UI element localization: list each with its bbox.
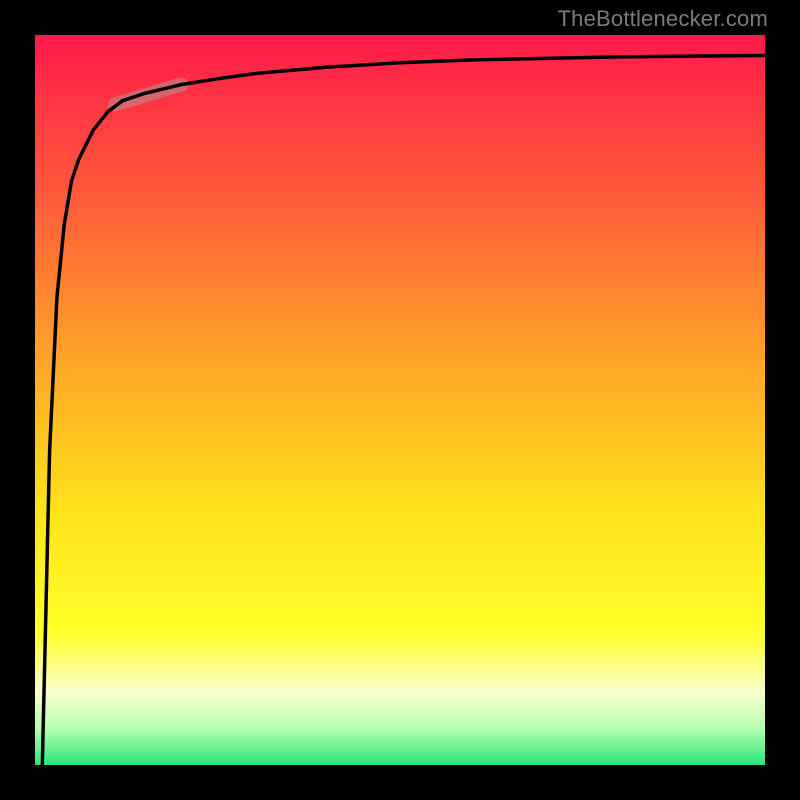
chart-stage: TheBottlenecker.com <box>0 0 800 800</box>
main-curve <box>42 55 765 765</box>
plot-area <box>35 35 765 765</box>
curve-layer <box>35 35 765 765</box>
watermark-label: TheBottlenecker.com <box>558 6 768 32</box>
